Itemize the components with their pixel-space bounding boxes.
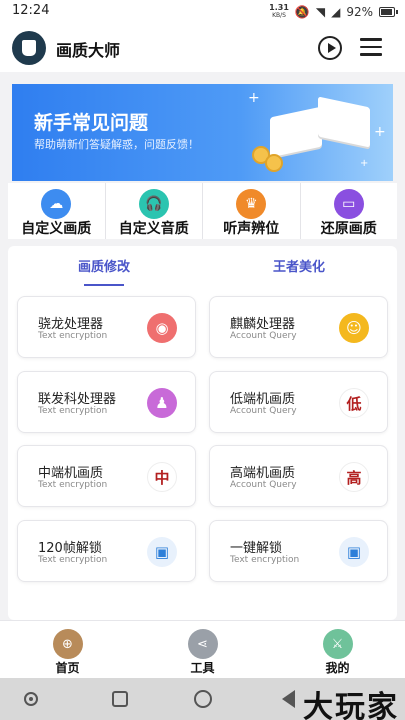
coin-icon — [265, 154, 283, 172]
card-subtitle: Text encryption — [230, 555, 300, 565]
banner-subtitle: 帮助萌新们答疑解惑，问题反馈！ — [34, 138, 199, 151]
tab-quality-modify[interactable]: 画质修改 — [78, 256, 130, 275]
card-120fps-unlock[interactable]: 120帧解锁 Text encryption ▣ — [17, 520, 196, 582]
card-subtitle: Account Query — [230, 406, 297, 416]
nav-mine[interactable]: ⚔ 我的 — [270, 621, 405, 678]
quick-action-label: 听声辨位 — [223, 221, 280, 237]
card-title: 麒麟处理器 — [230, 317, 296, 332]
menu-line — [360, 53, 382, 56]
quick-action-label: 还原画质 — [320, 221, 377, 237]
signal-icon: ◢ — [331, 5, 341, 19]
quick-action-label: 自定义音质 — [118, 221, 189, 237]
home-button[interactable] — [194, 690, 212, 708]
nav-home[interactable]: ⊕ 首页 — [0, 621, 135, 678]
quick-action-custom-audio[interactable]: 🎧 自定义音质 — [106, 183, 203, 239]
card-high-end[interactable]: 高端机画质 Account Query 高 — [209, 445, 388, 507]
card-kirin[interactable]: 麒麟处理器 Account Query ☺ — [209, 296, 388, 358]
card-title: 高端机画质 — [230, 466, 296, 481]
app-title: 画质大师 — [56, 41, 121, 60]
nav-label: 工具 — [190, 661, 215, 675]
card-title: 骁龙处理器 — [38, 317, 104, 332]
watermark: 大玩家 — [303, 690, 399, 720]
nav-tools[interactable]: ⋖ 工具 — [135, 621, 270, 678]
bottom-nav: ⊕ 首页 ⋖ 工具 ⚔ 我的 — [0, 620, 405, 678]
tools-panel: 画质修改 王者美化 骁龙处理器 Text encryption ◉ 麒麟处理器 … — [8, 246, 397, 620]
card-title: 中端机画质 — [38, 466, 104, 481]
banner-title: 新手常见问题 — [34, 112, 149, 134]
status-icons: 1.31 KB/S 🔕 ◥ ◢ 92% — [269, 2, 398, 22]
status-bar: 12:24 1.31 KB/S 🔕 ◥ ◢ 92% — [0, 0, 405, 24]
card-mid-end[interactable]: 中端机画质 Text encryption 中 — [17, 445, 196, 507]
monitor-icon: ▭ — [333, 189, 364, 219]
card-subtitle: Text encryption — [38, 406, 108, 416]
net-speed-value: 1.31 — [269, 3, 289, 12]
cloud-icon: ☁ — [41, 189, 72, 219]
faq-banner[interactable]: 新手常见问题 帮助萌新们答疑解惑，问题反馈！ + + + — [12, 84, 393, 181]
sparkle-icon: + — [374, 124, 386, 140]
status-time: 12:24 — [12, 3, 50, 18]
user-icon: ♟ — [147, 388, 177, 418]
wifi-icon: ◥ — [315, 5, 326, 19]
sparkle-icon: + — [360, 158, 369, 169]
high-badge-icon: 高 — [339, 462, 369, 492]
back-button[interactable] — [282, 690, 295, 708]
card-subtitle: Text encryption — [38, 555, 108, 565]
image-icon: ▣ — [339, 537, 369, 567]
app-logo-icon — [12, 31, 46, 65]
card-title: 低端机画质 — [230, 392, 296, 407]
low-badge-icon: 低 — [339, 388, 369, 418]
mute-icon: 🔕 — [294, 5, 310, 19]
headphones-icon: 🎧 — [138, 189, 169, 219]
card-mediatek[interactable]: 联发科处理器 Text encryption ♟ — [17, 371, 196, 433]
net-speed: 1.31 KB/S — [269, 4, 289, 20]
card-title: 一键解锁 — [230, 541, 283, 556]
card-title: 120帧解锁 — [38, 541, 102, 556]
card-subtitle: Text encryption — [38, 480, 108, 490]
quick-action-sound-locate[interactable]: ♛ 听声辨位 — [203, 183, 301, 239]
card-title: 联发科处理器 — [38, 392, 117, 407]
quick-actions: ☁ 自定义画质 🎧 自定义音质 ♛ 听声辨位 ▭ 还原画质 — [8, 183, 397, 239]
menu-button[interactable] — [360, 38, 382, 56]
assistant-button[interactable] — [24, 692, 38, 706]
card-one-click-unlock[interactable]: 一键解锁 Text encryption ▣ — [209, 520, 388, 582]
play-button[interactable] — [318, 36, 342, 60]
share-icon: ⋖ — [187, 629, 218, 659]
mid-badge-icon: 中 — [147, 462, 177, 492]
crown-icon: ♛ — [236, 189, 267, 219]
card-subtitle: Text encryption — [38, 331, 108, 341]
battery-icon — [379, 7, 398, 17]
card-low-end[interactable]: 低端机画质 Account Query 低 — [209, 371, 388, 433]
open-book-icon — [270, 94, 370, 158]
nav-label: 我的 — [325, 661, 350, 675]
battery-percent: 92% — [346, 5, 373, 19]
menu-line — [360, 45, 382, 48]
quick-action-custom-quality[interactable]: ☁ 自定义画质 — [8, 183, 106, 239]
cat-face-icon: ☺ — [339, 313, 369, 343]
sparkle-icon: + — [248, 90, 260, 106]
game-console-icon: ◉ — [147, 313, 177, 343]
nav-label: 首页 — [55, 661, 80, 675]
tab-honor-beautify[interactable]: 王者美化 — [273, 256, 325, 275]
app-bar: 画质大师 — [0, 24, 405, 72]
sword-icon: ⚔ — [322, 629, 353, 659]
recents-button[interactable] — [112, 691, 128, 707]
quick-action-restore-quality[interactable]: ▭ 还原画质 — [301, 183, 398, 239]
net-speed-unit: KB/S — [272, 12, 286, 19]
card-subtitle: Account Query — [230, 331, 297, 341]
active-tab-indicator — [84, 284, 124, 286]
image-icon: ▣ — [147, 537, 177, 567]
gamepad-icon: ⊕ — [52, 629, 83, 659]
card-snapdragon[interactable]: 骁龙处理器 Text encryption ◉ — [17, 296, 196, 358]
menu-line — [360, 38, 382, 41]
card-subtitle: Account Query — [230, 480, 297, 490]
quick-action-label: 自定义画质 — [21, 221, 92, 237]
